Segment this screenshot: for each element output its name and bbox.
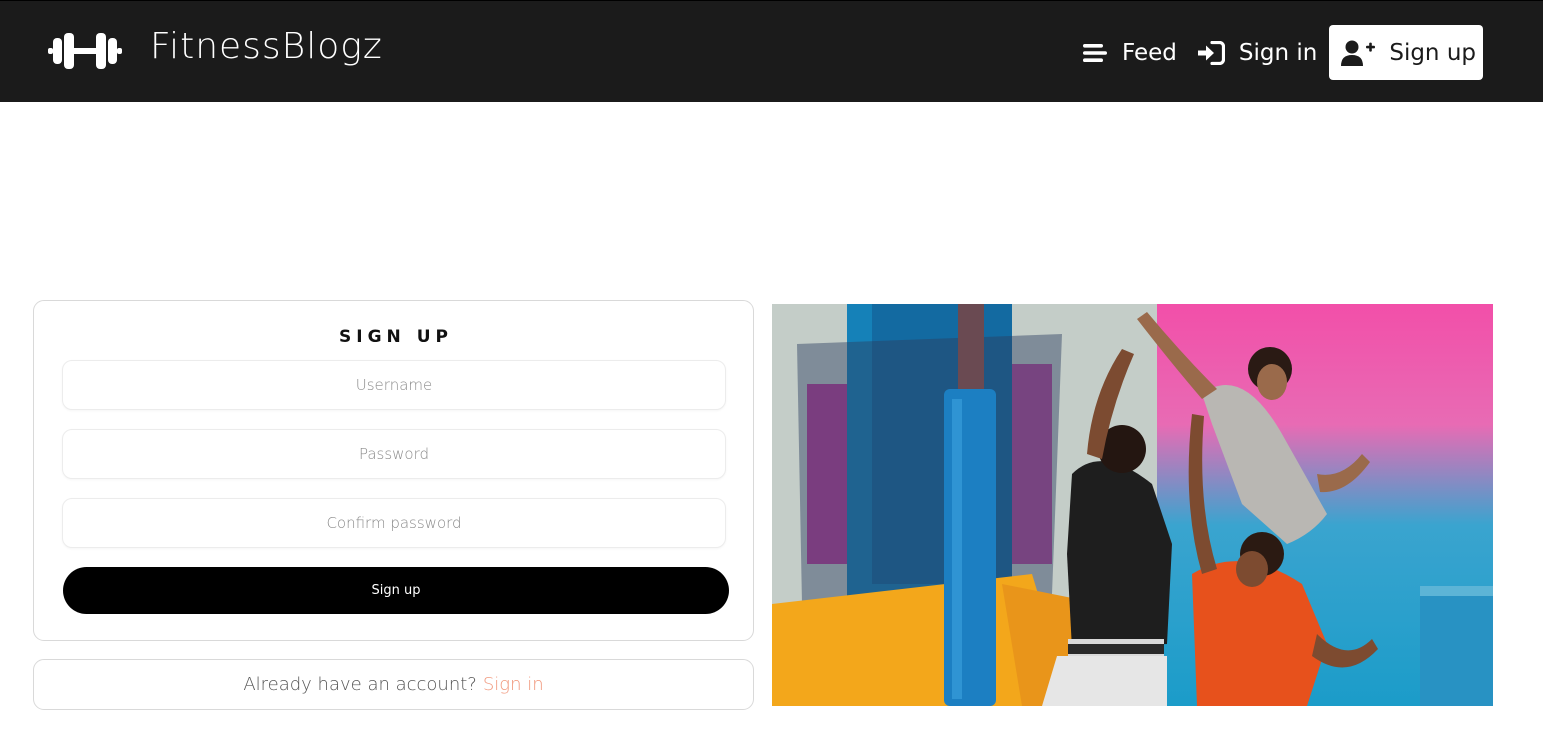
- nav-feed-label: Feed: [1122, 39, 1177, 66]
- signup-form: SIGN UP Sign up: [33, 300, 754, 641]
- username-input[interactable]: [62, 360, 726, 410]
- feed-lines-icon: [1083, 43, 1108, 62]
- nav-links: Feed Sign in Sign up: [1072, 25, 1483, 80]
- navbar: FitnessBlogz Feed Sign in Sign up: [0, 0, 1543, 102]
- form-title: SIGN UP: [339, 327, 453, 347]
- nav-signin-link[interactable]: Sign in: [1187, 25, 1327, 80]
- hero-image: [772, 304, 1493, 706]
- dumbbell-icon: [48, 33, 122, 69]
- password-input[interactable]: [62, 429, 726, 479]
- confirm-password-input[interactable]: [62, 498, 726, 548]
- signup-button[interactable]: Sign up: [63, 567, 729, 614]
- sign-in-icon: [1197, 40, 1225, 65]
- nav-signup-link[interactable]: Sign up: [1329, 25, 1483, 80]
- brand-link[interactable]: FitnessBlogz: [48, 23, 383, 79]
- signin-link[interactable]: Sign in: [483, 674, 544, 695]
- brand-name: FitnessBlogz: [150, 26, 383, 67]
- nav-signup-label: Sign up: [1389, 39, 1476, 66]
- signin-prompt-text: Already have an account?: [243, 674, 477, 695]
- nav-feed-link[interactable]: Feed: [1072, 25, 1187, 80]
- signin-prompt: Already have an account? Sign in: [33, 659, 754, 710]
- user-plus-icon: [1341, 40, 1376, 66]
- nav-signin-label: Sign in: [1238, 39, 1318, 66]
